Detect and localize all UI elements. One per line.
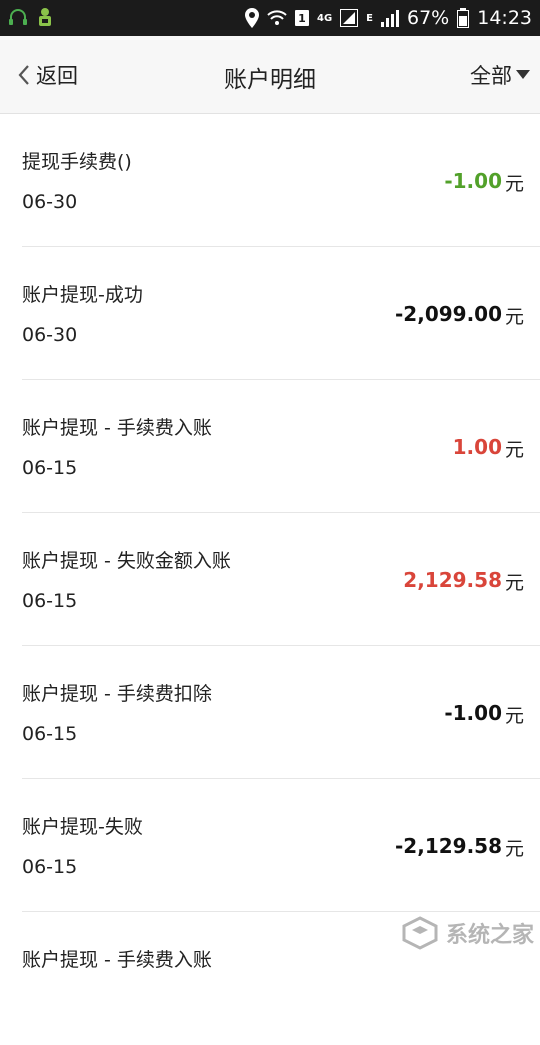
transaction-amount: -1.00	[444, 701, 502, 725]
signal-bars-icon	[381, 9, 399, 27]
transaction-date: 06-15	[22, 590, 78, 612]
transaction-amount: -2,129.58	[395, 834, 502, 858]
android-icon	[36, 7, 54, 29]
clock: 14:23	[477, 7, 532, 29]
battery-level: 67%	[407, 7, 450, 29]
currency-unit: 元	[504, 439, 524, 461]
transaction-title: 账户提现-成功	[22, 284, 143, 306]
watermark: 系统之家	[400, 916, 534, 950]
filter-dropdown[interactable]: 全部	[470, 60, 530, 90]
status-bar: 1 4G E 67% 14:23	[0, 0, 540, 36]
transaction-amount: -2,099.00	[395, 302, 502, 326]
network-type: 4G	[316, 12, 333, 24]
transaction-date: 06-30	[22, 191, 78, 213]
location-icon	[244, 8, 259, 28]
transaction-title: 账户提现 - 手续费扣除	[22, 683, 212, 705]
transaction-title: 提现手续费()	[22, 151, 132, 173]
list-item[interactable]: 账户提现 - 手续费扣除 06-15 -1.00 元	[22, 646, 540, 779]
transaction-title: 账户提现 - 手续费入账	[22, 417, 212, 439]
caret-down-icon	[516, 70, 530, 80]
transaction-date: 06-15	[22, 457, 78, 479]
battery-icon	[457, 8, 470, 28]
currency-unit: 元	[504, 572, 524, 594]
signal-icon	[340, 9, 359, 27]
transaction-date: 06-30	[22, 324, 78, 346]
sim-slot-icon: 1	[294, 10, 309, 26]
watermark-text: 系统之家	[445, 923, 534, 948]
list-item[interactable]: 账户提现 - 手续费入账 06-15 1.00 元	[22, 380, 540, 513]
wifi-icon	[267, 10, 287, 26]
currency-unit: 元	[504, 306, 524, 328]
filter-label: 全部	[470, 64, 512, 88]
currency-unit: 元	[504, 705, 524, 727]
transaction-date: 06-15	[22, 856, 78, 878]
transaction-amount: 1.00	[452, 435, 502, 459]
network-e: E	[366, 12, 373, 24]
transaction-amount: -1.00	[444, 169, 502, 193]
page-title: 账户明细	[224, 67, 316, 93]
transaction-title: 账户提现 - 失败金额入账	[22, 550, 231, 572]
transaction-date: 06-15	[22, 723, 78, 745]
transaction-title: 账户提现-失败	[22, 816, 143, 838]
headset-icon	[8, 9, 28, 27]
nav-header: 返回 账户明细 全部	[0, 36, 540, 114]
transaction-amount: 2,129.58	[403, 568, 502, 592]
watermark-logo-icon	[400, 916, 440, 950]
transaction-title: 账户提现 - 手续费入账	[22, 949, 212, 971]
list-item[interactable]: 账户提现 - 失败金额入账 06-15 2,129.58 元	[22, 513, 540, 646]
list-item[interactable]: 提现手续费() 06-30 -1.00 元	[22, 114, 540, 247]
currency-unit: 元	[504, 838, 524, 860]
list-item[interactable]: 账户提现-成功 06-30 -2,099.00 元	[22, 247, 540, 380]
currency-unit: 元	[504, 173, 524, 195]
list-item[interactable]: 账户提现-失败 06-15 -2,129.58 元	[22, 779, 540, 912]
transaction-list: 提现手续费() 06-30 -1.00 元 账户提现-成功 06-30 -2,0…	[0, 114, 540, 1045]
